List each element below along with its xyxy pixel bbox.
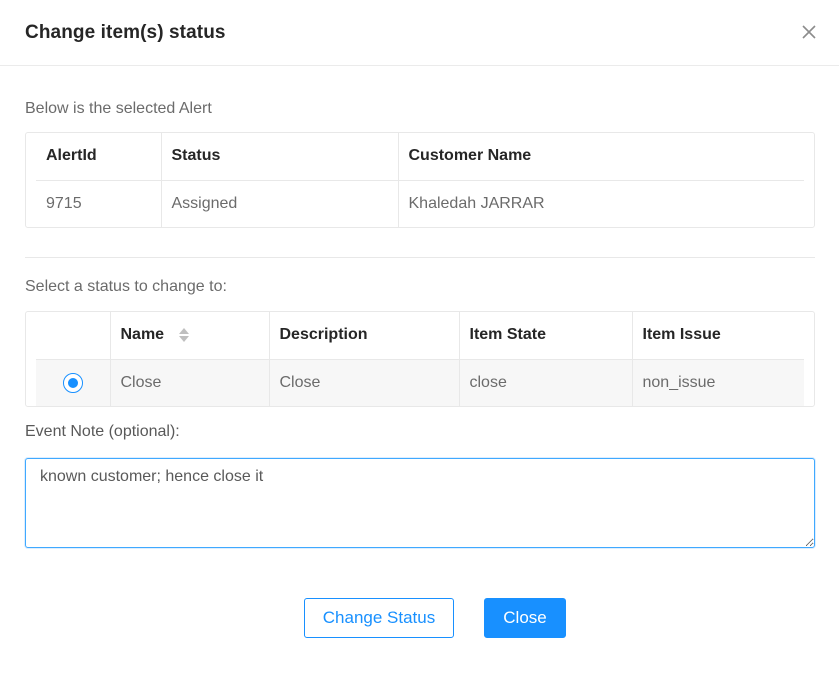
selected-alert-label: Below is the selected Alert [25, 100, 212, 117]
cell-name: Close [109, 359, 269, 406]
col-description: Description [268, 312, 459, 360]
cell-description: Close [268, 359, 459, 406]
alert-table-header: AlertId Status Customer Name [36, 133, 804, 181]
cell-item-state: close [458, 359, 632, 406]
col-select [36, 312, 110, 360]
radio-dot [68, 377, 78, 388]
table-row: 9715 Assigned Khaledah JARRAR [36, 180, 804, 227]
change-status-button[interactable]: Change Status [304, 598, 454, 638]
col-item-state: Item State [458, 312, 632, 360]
cell-item-issue: non_issue [631, 359, 804, 406]
col-name-label: Name [120, 326, 165, 344]
col-status: Status [160, 133, 398, 181]
cell-status: Assigned [160, 180, 398, 227]
close-button[interactable]: Close [484, 598, 566, 638]
select-status-label: Select a status to change to: [25, 278, 227, 295]
cell-select[interactable] [36, 359, 110, 406]
sort-icon[interactable] [178, 327, 189, 343]
event-note-textarea[interactable]: known customer; hence close it [25, 458, 815, 548]
status-radio[interactable] [63, 372, 83, 393]
status-table-header: Name Description Item State Item Issue [36, 312, 804, 360]
change-status-modal: Change item(s) status Below is the selec… [0, 0, 839, 687]
table-row[interactable]: Close Close close non_issue [36, 359, 804, 406]
cell-customer-name: Khaledah JARRAR [397, 180, 804, 227]
section-divider [25, 257, 815, 258]
col-item-issue: Item Issue [631, 312, 804, 360]
modal-header: Change item(s) status [0, 0, 839, 66]
alert-table: AlertId Status Customer Name 9715 Assign… [25, 132, 815, 228]
col-alertid: AlertId [36, 133, 161, 181]
modal-title: Change item(s) status [25, 21, 226, 43]
col-customer-name: Customer Name [397, 133, 804, 181]
event-note-label: Event Note (optional): [25, 423, 180, 440]
col-name[interactable]: Name [109, 312, 269, 360]
close-icon[interactable] [797, 20, 821, 44]
cell-alert-id: 9715 [46, 194, 82, 212]
status-table: Name Description Item State Item Issue C… [25, 311, 815, 407]
